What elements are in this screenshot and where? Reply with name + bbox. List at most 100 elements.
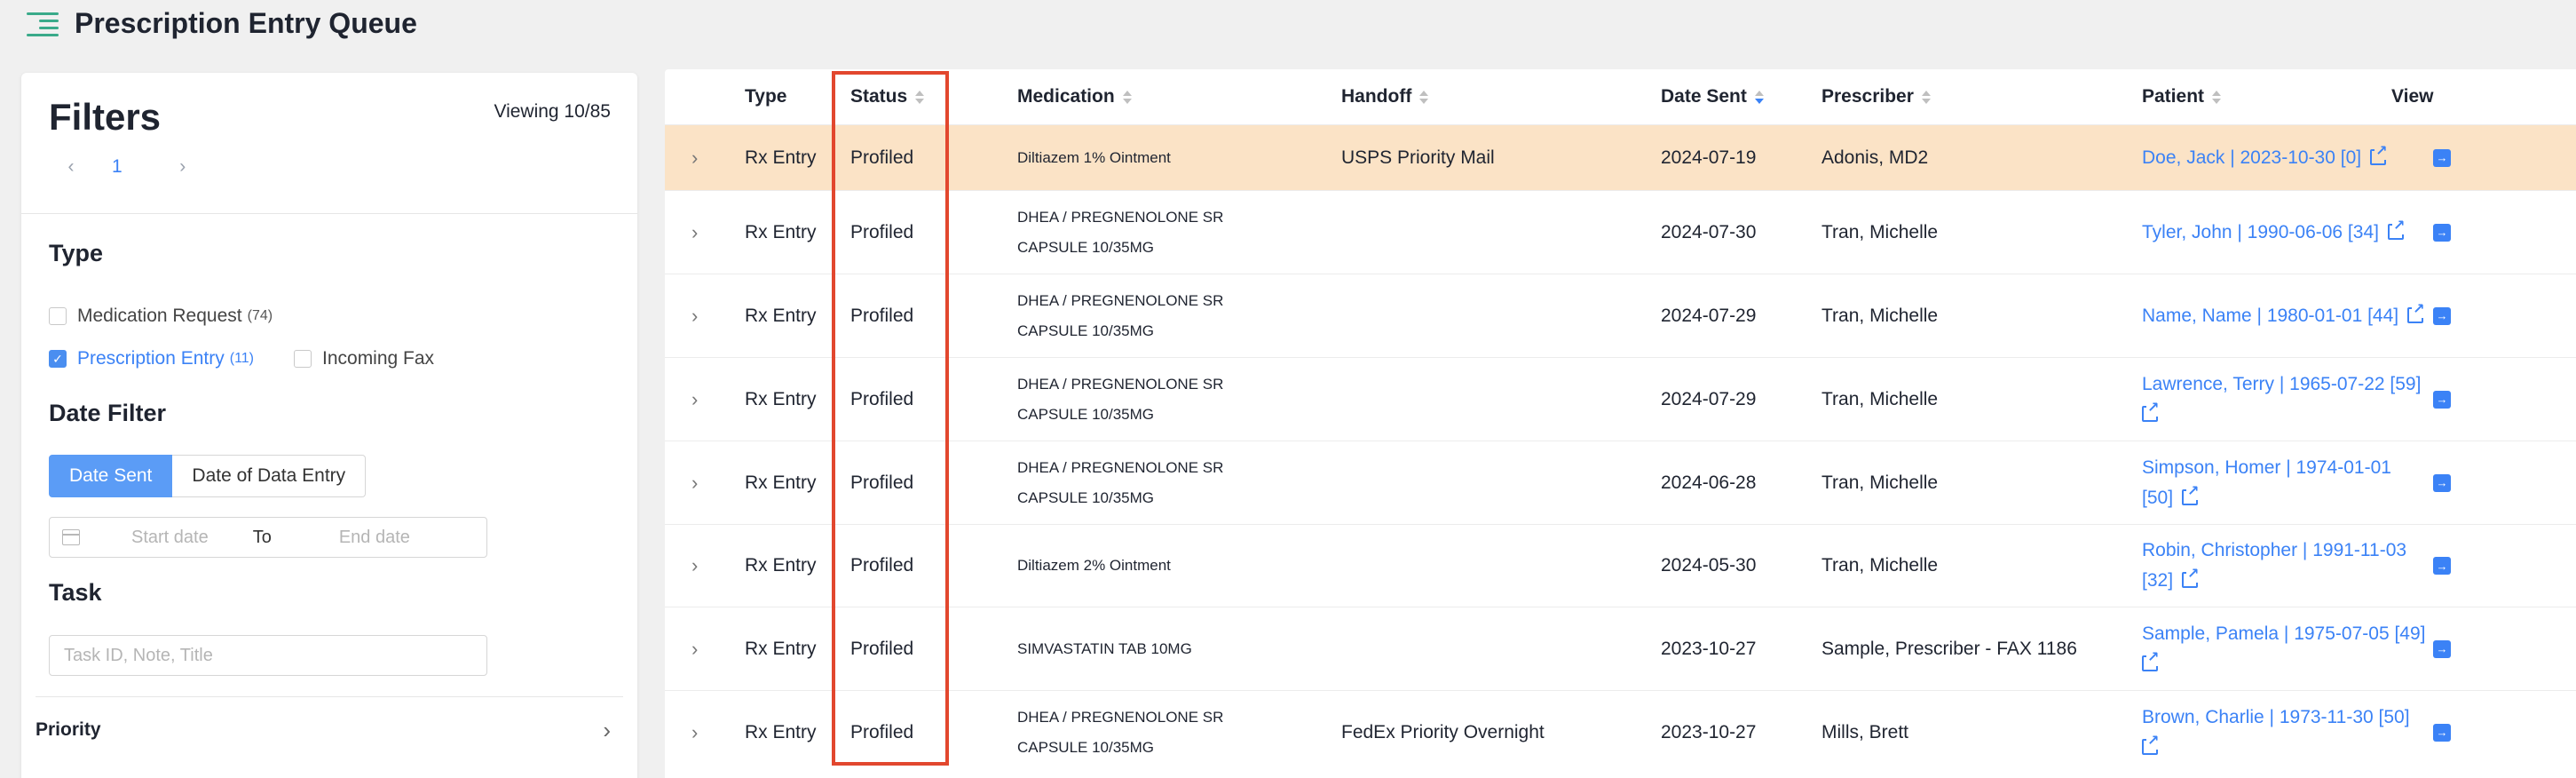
external-link-icon[interactable] xyxy=(2370,143,2389,165)
column-header-date-sent[interactable]: Date Sent xyxy=(1661,69,1764,124)
start-date-input[interactable]: Start date xyxy=(131,528,209,548)
prev-page-icon[interactable]: ‹ xyxy=(62,156,80,178)
divider xyxy=(21,213,637,214)
option-label: Prescription Entry xyxy=(77,348,225,369)
table-header: Type Status Medication Handoff Date Sent… xyxy=(665,69,2576,124)
view-arrow-icon[interactable]: → xyxy=(2433,148,2451,167)
external-link-icon[interactable] xyxy=(2387,218,2406,240)
option-label: Medication Request xyxy=(77,306,242,326)
patient-link[interactable] xyxy=(2142,400,2161,430)
patient-link[interactable]: Robin, Christopher | 1991-11-03 xyxy=(2142,536,2406,566)
patient-link[interactable]: Simpson, Homer | 1974-01-01 xyxy=(2142,453,2391,483)
table-row[interactable]: › Rx Entry Profiled Diltiazem 2% Ointment 20… xyxy=(665,524,2576,607)
sort-icon[interactable] xyxy=(1419,90,1429,104)
expand-row-icon[interactable]: › xyxy=(691,691,698,774)
table-row[interactable]: › Rx Entry Profiled Diltiazem 1% Ointment US… xyxy=(665,124,2576,190)
cell-date-sent: 2024-06-28 xyxy=(1661,472,1757,493)
external-link-icon[interactable] xyxy=(2142,400,2161,422)
option-count: (11) xyxy=(229,351,254,366)
patient-link[interactable]: [32] xyxy=(2142,566,2201,596)
view-arrow-icon[interactable]: → xyxy=(2433,723,2451,742)
table-row[interactable]: › Rx Entry Profiled DHEA / PREGNENOLONE SR C… xyxy=(665,274,2576,357)
table-row[interactable]: › Rx Entry Profiled DHEA / PREGNENOLONE SR C… xyxy=(665,690,2576,774)
next-page-icon[interactable]: › xyxy=(174,156,192,178)
cell-patient: Robin, Christopher | 1991-11-03 [32] xyxy=(2142,525,2406,607)
sort-icon[interactable] xyxy=(915,90,925,104)
type-option-prescription-entry[interactable]: Prescription Entry (11) xyxy=(49,348,254,369)
pagination: ‹ 1 › xyxy=(62,156,192,178)
medication-line-1: Diltiazem 1% Ointment xyxy=(1017,148,1171,166)
checkbox-checked[interactable] xyxy=(49,350,67,368)
cell-date-sent: 2024-05-30 xyxy=(1661,555,1757,576)
sort-icon[interactable] xyxy=(1122,90,1132,104)
patient-link[interactable]: [50] xyxy=(2142,483,2201,513)
medication-line-1: DHEA / PREGNENOLONE SR xyxy=(1017,208,1224,226)
expand-row-icon[interactable]: › xyxy=(691,441,698,524)
priority-filter-row[interactable]: Priority › xyxy=(36,708,611,752)
cell-date-sent: 2024-07-30 xyxy=(1661,221,1757,242)
patient-link[interactable] xyxy=(2142,733,2161,763)
type-option-incoming-fax[interactable]: Incoming Fax xyxy=(294,348,434,369)
external-link-icon[interactable] xyxy=(2142,649,2161,671)
column-header-status[interactable]: Status xyxy=(850,69,925,124)
expand-row-icon[interactable]: › xyxy=(691,125,698,190)
external-link-icon[interactable] xyxy=(2407,301,2426,323)
checkbox[interactable] xyxy=(294,350,312,368)
column-header-type[interactable]: Type xyxy=(745,69,786,124)
patient-link[interactable]: Brown, Charlie | 1973-11-30 [50] xyxy=(2142,703,2410,733)
app-header: Prescription Entry Queue xyxy=(0,0,2576,53)
sort-desc-icon[interactable] xyxy=(1754,90,1764,104)
view-arrow-icon[interactable]: → xyxy=(2433,473,2451,492)
patient-link[interactable]: Sample, Pamela | 1975-07-05 [49] xyxy=(2142,619,2425,649)
task-search-input[interactable]: Task ID, Note, Title xyxy=(49,635,487,676)
tab-date-sent[interactable]: Date Sent xyxy=(49,455,173,497)
expand-row-icon[interactable]: › xyxy=(691,525,698,607)
cell-view: → xyxy=(2433,274,2451,357)
patient-link[interactable] xyxy=(2142,649,2161,679)
patient-link[interactable]: Doe, Jack | 2023-10-30 [0] xyxy=(2142,143,2389,173)
external-link-icon[interactable] xyxy=(2182,483,2201,505)
date-to-label: To xyxy=(252,527,272,547)
medication-line-2: CAPSULE 10/35MG xyxy=(1017,488,1155,506)
tab-date-of-data-entry[interactable]: Date of Data Entry xyxy=(172,455,367,497)
external-link-icon[interactable] xyxy=(2142,733,2161,755)
cell-prescriber: Sample, Prescriber - FAX 1186 xyxy=(1821,638,2077,659)
table-row[interactable]: › Rx Entry Profiled DHEA / PREGNENOLONE SR C… xyxy=(665,441,2576,524)
view-arrow-icon[interactable]: → xyxy=(2433,639,2451,658)
medication-line-1: SIMVASTATIN TAB 10MG xyxy=(1017,639,1192,657)
external-link-icon[interactable] xyxy=(2182,567,2201,588)
expand-row-icon[interactable]: › xyxy=(691,358,698,441)
view-arrow-icon[interactable]: → xyxy=(2433,306,2451,325)
cell-medication: DHEA / PREGNENOLONE SR CAPSULE 10/35MG xyxy=(1017,358,1223,441)
date-filter-toggle: Date Sent Date of Data Entry xyxy=(49,455,367,497)
patient-text: Doe, Jack | 2023-10-30 [0] xyxy=(2142,147,2362,168)
patient-link[interactable]: Tyler, John | 1990-06-06 [34] xyxy=(2142,218,2406,248)
sort-icon[interactable] xyxy=(2212,90,2222,104)
patient-link[interactable]: Lawrence, Terry | 1965-07-22 [59] xyxy=(2142,369,2421,400)
page-number[interactable]: 1 xyxy=(112,156,122,178)
patient-link[interactable]: Name, Name | 1980-01-01 [44] xyxy=(2142,301,2426,331)
expand-row-icon[interactable]: › xyxy=(691,191,698,274)
cell-patient: Sample, Pamela | 1975-07-05 [49] xyxy=(2142,607,2425,690)
expand-row-icon[interactable]: › xyxy=(691,607,698,690)
view-arrow-icon[interactable]: → xyxy=(2433,223,2451,242)
column-header-handoff[interactable]: Handoff xyxy=(1341,69,1429,124)
view-arrow-icon[interactable]: → xyxy=(2433,557,2451,575)
checkbox[interactable] xyxy=(49,307,67,325)
sort-icon[interactable] xyxy=(1921,90,1931,104)
patient-text: Sample, Pamela | 1975-07-05 [49] xyxy=(2142,623,2426,644)
medication-line-1: DHEA / PREGNENOLONE SR xyxy=(1017,291,1224,309)
type-option-medication-request[interactable]: Medication Request (74) xyxy=(49,306,273,327)
cell-view: → xyxy=(2433,691,2451,774)
table-row[interactable]: › Rx Entry Profiled DHEA / PREGNENOLONE SR C… xyxy=(665,357,2576,441)
column-header-patient[interactable]: Patient xyxy=(2142,69,2222,124)
column-header-medication[interactable]: Medication xyxy=(1017,69,1132,124)
date-range-picker[interactable]: Start date To End date xyxy=(49,517,487,558)
end-date-input[interactable]: End date xyxy=(339,528,410,548)
menu-icon[interactable] xyxy=(27,11,59,39)
view-arrow-icon[interactable]: → xyxy=(2433,390,2451,409)
table-row[interactable]: › Rx Entry Profiled SIMVASTATIN TAB 10MG 202… xyxy=(665,607,2576,690)
column-header-prescriber[interactable]: Prescriber xyxy=(1821,69,1931,124)
expand-row-icon[interactable]: › xyxy=(691,274,698,357)
table-row[interactable]: › Rx Entry Profiled DHEA / PREGNENOLONE SR C… xyxy=(665,190,2576,274)
